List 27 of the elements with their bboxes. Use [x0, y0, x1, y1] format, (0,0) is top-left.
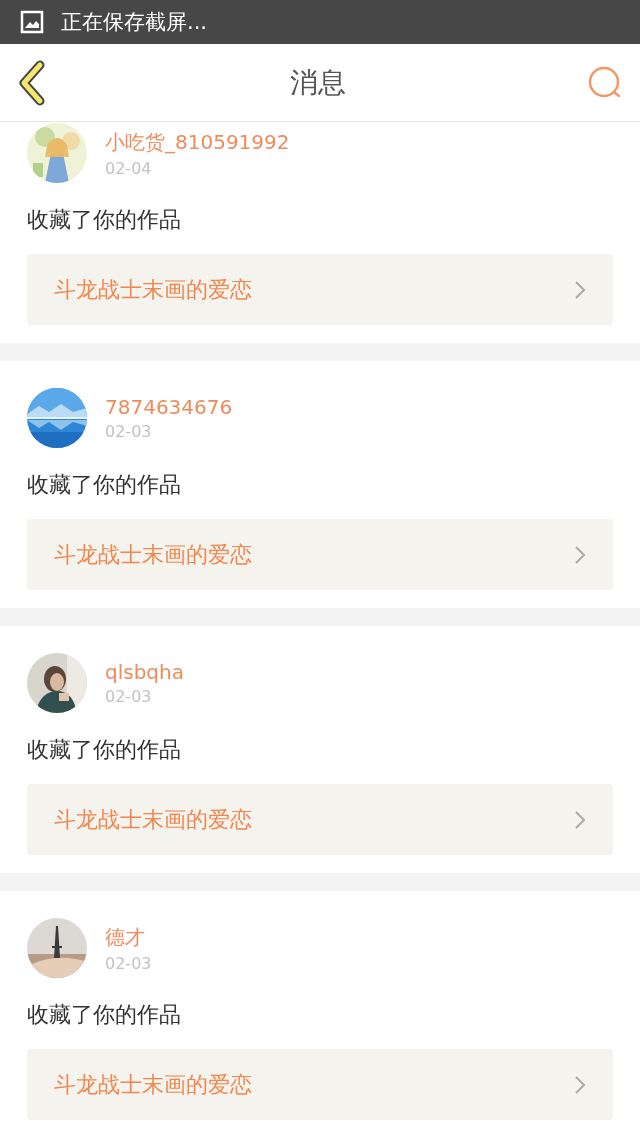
- image-icon: [20, 10, 44, 34]
- message-text: 收藏了你的作品: [27, 1001, 182, 1029]
- username[interactable]: qlsbqha: [105, 660, 184, 684]
- message-text: 收藏了你的作品: [27, 206, 182, 234]
- work-link[interactable]: 斗龙战士末画的爱恋: [27, 784, 613, 855]
- message-text: 收藏了你的作品: [27, 471, 182, 499]
- username[interactable]: 小吃货_810591992: [105, 128, 290, 156]
- message-date: 02-04: [105, 158, 153, 178]
- work-link[interactable]: 斗龙战士末画的爱恋: [27, 254, 613, 325]
- work-title: 斗龙战士末画的爱恋: [54, 540, 252, 569]
- work-link[interactable]: 斗龙战士末画的爱恋: [27, 519, 613, 590]
- notification-text: 正在保存截屏...: [61, 9, 208, 36]
- message-text: 收藏了你的作品: [27, 736, 182, 764]
- message-date: 02-03: [105, 687, 153, 706]
- chevron-icon: [574, 279, 586, 300]
- message-date: 02-03: [105, 953, 152, 973]
- chevron-icon: [574, 544, 586, 565]
- username[interactable]: 7874634676: [105, 395, 233, 419]
- chevron-icon: [574, 809, 586, 830]
- username[interactable]: 德才: [105, 923, 152, 951]
- chevron-icon: [574, 1074, 586, 1095]
- page-title: 消息: [289, 64, 346, 101]
- work-link[interactable]: 斗龙战士末画的爱恋: [27, 1049, 613, 1120]
- message-date: 02-03: [105, 422, 153, 441]
- work-title: 斗龙战士末画的爱恋: [54, 805, 252, 834]
- work-title: 斗龙战士末画的爱恋: [54, 1070, 252, 1099]
- work-title: 斗龙战士末画的爱恋: [54, 275, 252, 304]
